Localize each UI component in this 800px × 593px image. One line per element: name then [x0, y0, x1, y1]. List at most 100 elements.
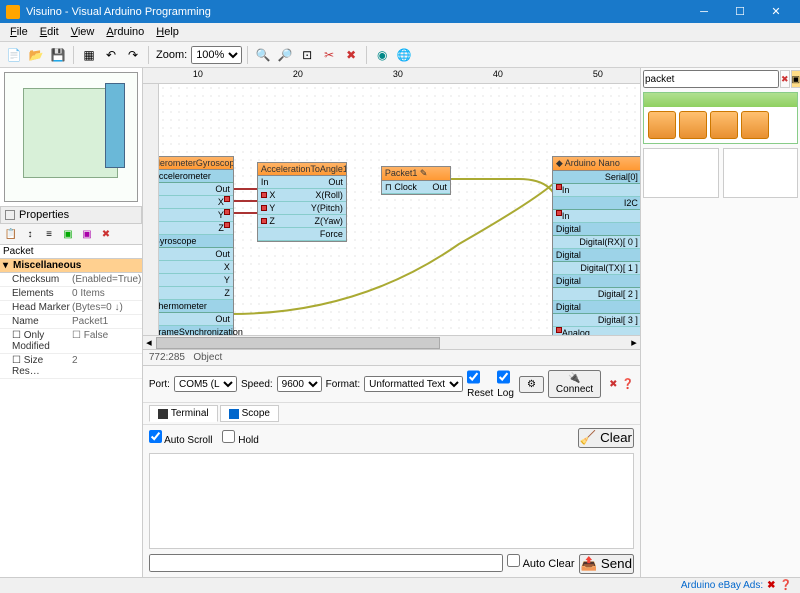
menu-help[interactable]: Help	[150, 24, 185, 40]
preview-pane[interactable]	[4, 72, 138, 202]
zoom-fit-button[interactable]: ⊡	[297, 45, 317, 65]
ads-close-icon[interactable]: ✖	[767, 580, 775, 591]
reset-checkbox[interactable]: Reset	[467, 369, 493, 399]
palette-header[interactable]	[644, 93, 797, 107]
new-button[interactable]: 📄	[4, 45, 24, 65]
pin-in[interactable]	[261, 218, 267, 224]
zoom-in-button[interactable]: 🔍	[253, 45, 273, 65]
upload-button[interactable]: 🌐	[394, 45, 414, 65]
format-select[interactable]: Unformatted Text	[364, 376, 463, 392]
speed-select[interactable]: 9600	[277, 376, 322, 392]
serial-toolbar: Port: COM5 (L Speed: 9600 Format: Unform…	[143, 366, 640, 403]
connect-button[interactable]: 🔌 Connect	[548, 370, 601, 398]
pin-in[interactable]	[261, 205, 267, 211]
zoom-select[interactable]: 100%	[191, 46, 242, 64]
component-search-row: ✖ ▣ ▾ ▣ ▣	[641, 68, 800, 90]
menu-arduino[interactable]: Arduino	[100, 24, 150, 40]
autoscroll-checkbox[interactable]: Auto Scroll	[149, 430, 213, 446]
redo-button[interactable]: ↷	[123, 45, 143, 65]
canvas-area: 1020304050 elerometerGyroscope1 Accelero…	[143, 68, 640, 335]
prop-category[interactable]: ▾Miscellaneous	[0, 259, 142, 273]
clear-button[interactable]: 🧹 Clear	[578, 428, 634, 448]
scrollbar-horizontal[interactable]: ◂ ▸	[143, 335, 640, 349]
extra-panel-1[interactable]	[643, 148, 719, 198]
bottom-tabs: Terminal Scope	[143, 403, 640, 425]
open-button[interactable]: 📂	[26, 45, 46, 65]
left-panel: Properties 📋 ↕ ≡ ▣ ▣ ✖ Packet ▾Miscellan…	[0, 68, 143, 577]
format-label: Format:	[326, 379, 360, 390]
arduino-button[interactable]: ◉	[372, 45, 392, 65]
prop-row-headmarker[interactable]: Head Marker(Bytes=0 ↓)	[0, 301, 142, 315]
extra-panel-2[interactable]	[723, 148, 799, 198]
design-canvas[interactable]: elerometerGyroscope1 Accelerometer Out X…	[159, 84, 640, 335]
component-search-input[interactable]	[643, 70, 779, 88]
terminal-input-row: Auto Clear 📤 Send	[143, 551, 640, 577]
node-packet[interactable]: Packet1 ✎ ⊓ ClockOut	[381, 166, 451, 195]
pin-out[interactable]	[224, 222, 230, 228]
prop-root: Packet	[0, 245, 142, 259]
terminal-output[interactable]	[149, 453, 634, 549]
component-item-2[interactable]	[679, 111, 707, 139]
zoom-label: Zoom:	[156, 49, 187, 61]
search-clear-button[interactable]: ✖	[780, 70, 790, 88]
menu-edit[interactable]: Edit	[34, 24, 65, 40]
properties-grid[interactable]: ▾Miscellaneous Checksum(Enabled=True) El…	[0, 259, 142, 577]
node-angle[interactable]: AccelerationToAngle1 InOut XX(Roll) YY(P…	[257, 162, 347, 242]
prop-row-elements[interactable]: Elements0 Items	[0, 287, 142, 301]
hold-checkbox[interactable]: Hold	[222, 430, 258, 446]
node-arduino-nano[interactable]: ◆ Arduino Nano Serial[0] In I2C In Digit…	[552, 156, 640, 335]
save-button[interactable]: 💾	[48, 45, 68, 65]
terminal-options: Auto Scroll Hold 🧹 Clear	[143, 425, 640, 451]
undo-button[interactable]: ↶	[101, 45, 121, 65]
grid-button[interactable]: ▦	[79, 45, 99, 65]
port-select[interactable]: COM5 (L	[174, 376, 237, 392]
search-btn-1[interactable]: ▣	[791, 70, 800, 88]
port-label: Port:	[149, 379, 170, 390]
prop-btn-3[interactable]: ≡	[40, 226, 58, 242]
minimize-button[interactable]: ─	[686, 0, 722, 23]
cut-button[interactable]: ✂	[319, 45, 339, 65]
terminal-input[interactable]	[149, 554, 503, 572]
component-item-3[interactable]	[710, 111, 738, 139]
prop-btn-6[interactable]: ✖	[97, 226, 115, 242]
properties-title: Properties	[0, 206, 142, 224]
canvas-status: 772:285 Object	[143, 349, 640, 365]
node-accelerometer[interactable]: elerometerGyroscope1 Accelerometer Out X…	[159, 156, 234, 335]
properties-toolbar: 📋 ↕ ≡ ▣ ▣ ✖	[0, 224, 142, 245]
pin-out[interactable]	[224, 196, 230, 202]
prop-row-sizeres[interactable]: ☐ Size Res…2	[0, 354, 142, 379]
component-item-1[interactable]	[648, 111, 676, 139]
prop-btn-4[interactable]: ▣	[59, 226, 77, 242]
log-checkbox[interactable]: Log	[497, 369, 515, 399]
tab-scope[interactable]: Scope	[220, 405, 279, 422]
titlebar: Visuino - Visual Arduino Programming ─ ☐…	[0, 0, 800, 23]
window-title: Visuino - Visual Arduino Programming	[26, 6, 686, 18]
prop-row-checksum[interactable]: Checksum(Enabled=True)	[0, 273, 142, 287]
ads-help-icon[interactable]: ❓	[780, 580, 792, 591]
zoom-out-button[interactable]: 🔎	[275, 45, 295, 65]
prop-row-onlymod[interactable]: ☐ Only Modified☐ False	[0, 329, 142, 354]
pin-in[interactable]	[261, 192, 267, 198]
bottom-panel: Port: COM5 (L Speed: 9600 Format: Unform…	[143, 365, 640, 577]
prop-btn-5[interactable]: ▣	[78, 226, 96, 242]
prop-btn-1[interactable]: 📋	[2, 226, 20, 242]
close-icon[interactable]: ✖	[609, 379, 617, 390]
menu-view[interactable]: View	[65, 24, 101, 40]
close-button[interactable]: ✕	[758, 0, 794, 23]
prop-btn-2[interactable]: ↕	[21, 226, 39, 242]
log-settings-button[interactable]: ⚙	[519, 376, 544, 393]
pin-out[interactable]	[224, 209, 230, 215]
help-icon[interactable]: ❓	[622, 379, 634, 390]
maximize-button[interactable]: ☐	[722, 0, 758, 23]
delete-button[interactable]: ✖	[341, 45, 361, 65]
send-button[interactable]: 📤 Send	[579, 554, 634, 574]
app-icon	[6, 5, 20, 19]
prop-row-name[interactable]: NamePacket1	[0, 315, 142, 329]
tab-terminal[interactable]: Terminal	[149, 405, 218, 422]
center-panel: 1020304050 elerometerGyroscope1 Accelero…	[143, 68, 640, 577]
autoclear-checkbox[interactable]: Auto Clear	[507, 554, 574, 574]
menu-file[interactable]: File	[4, 24, 34, 40]
component-item-4[interactable]	[741, 111, 769, 139]
ads-link[interactable]: Arduino eBay Ads:	[681, 580, 763, 591]
menubar: File Edit View Arduino Help	[0, 23, 800, 42]
